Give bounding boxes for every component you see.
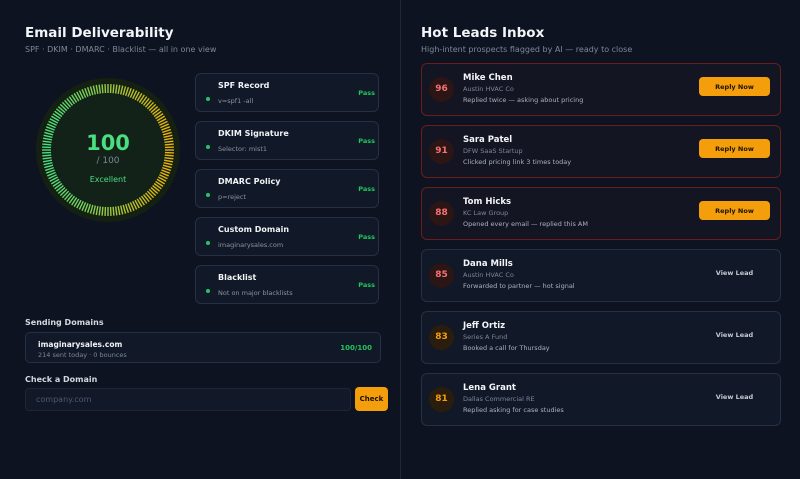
domain-name: imaginarysales.com xyxy=(38,340,123,349)
check-title: DKIM Signature xyxy=(218,129,289,138)
lead-company: Austin HVAC Co xyxy=(463,85,514,93)
lead-company: DFW SaaS Startup xyxy=(463,147,523,155)
check-detail: Selector: mist1 xyxy=(218,145,268,153)
lead-card[interactable]: 96 Mike Chen Austin HVAC Co Replied twic… xyxy=(421,63,781,116)
check-card-dkim: DKIM Signature Selector: mist1 Pass xyxy=(195,121,379,160)
gauge-max: / 100 xyxy=(96,156,120,166)
reply-now-button[interactable]: Reply Now xyxy=(699,139,770,158)
view-lead-button[interactable]: View Lead xyxy=(699,325,770,344)
lead-score-badge: 81 xyxy=(429,387,454,412)
lead-note: Clicked pricing link 3 times today xyxy=(463,158,572,166)
check-title: Blacklist xyxy=(218,273,257,282)
lead-note: Booked a call for Thursday xyxy=(463,344,550,352)
reply-now-button[interactable]: Reply Now xyxy=(699,201,770,220)
lead-note: Forwarded to partner — hot signal xyxy=(463,282,575,290)
lead-company: Dallas Commercial RE xyxy=(463,395,535,403)
sending-domain-card[interactable]: imaginarysales.com 214 sent today · 0 bo… xyxy=(25,332,381,363)
check-title: SPF Record xyxy=(218,81,270,90)
check-card-dmarc: DMARC Policy p=reject Pass xyxy=(195,169,379,208)
gauge-status: Excellent xyxy=(89,175,127,184)
check-status: Pass xyxy=(358,89,375,97)
domain-score: 100/100 xyxy=(340,344,372,352)
lead-company: KC Law Group xyxy=(463,209,509,217)
lead-note: Replied asking for case studies xyxy=(463,406,564,414)
reply-now-button[interactable]: Reply Now xyxy=(699,77,770,96)
inbox-subtitle: High-intent prospects flagged by AI — re… xyxy=(421,45,633,54)
check-detail: imaginarysales.com xyxy=(218,241,284,249)
lead-card[interactable]: 91 Sara Patel DFW SaaS Startup Clicked p… xyxy=(421,125,781,178)
check-card-spf: SPF Record v=spf1 -all Pass xyxy=(195,73,379,112)
view-lead-button[interactable]: View Lead xyxy=(699,387,770,406)
deliverability-subtitle: SPF · DKIM · DMARC · Blacklist — all in … xyxy=(25,45,217,54)
check-card-blacklist: Blacklist Not on major blacklists Pass xyxy=(195,265,379,304)
check-card-custom-domain: Custom Domain imaginarysales.com Pass xyxy=(195,217,379,256)
lead-note: Replied twice — asking about pricing xyxy=(463,96,584,104)
lead-card[interactable]: 81 Lena Grant Dallas Commercial RE Repli… xyxy=(421,373,781,426)
check-status: Pass xyxy=(358,233,375,241)
check-domain-label: Check a Domain xyxy=(25,375,98,384)
status-dot-icon xyxy=(206,241,210,245)
lead-name: Lena Grant xyxy=(463,383,516,393)
check-detail: p=reject xyxy=(218,193,247,201)
check-detail: v=spf1 -all xyxy=(218,97,254,105)
status-dot-icon xyxy=(206,145,210,149)
lead-score-badge: 91 xyxy=(429,139,454,164)
check-detail: Not on major blacklists xyxy=(218,289,293,297)
lead-list: 96 Mike Chen Austin HVAC Co Replied twic… xyxy=(421,63,781,435)
lead-name: Jeff Ortiz xyxy=(463,321,506,331)
lead-name: Tom Hicks xyxy=(463,197,512,207)
lead-card[interactable]: 83 Jeff Ortiz Series A Fund Booked a cal… xyxy=(421,311,781,364)
lead-score-badge: 88 xyxy=(429,201,454,226)
lead-company: Series A Fund xyxy=(463,333,508,341)
lead-score-badge: 96 xyxy=(429,77,454,102)
lead-company: Austin HVAC Co xyxy=(463,271,514,279)
lead-card[interactable]: 85 Dana Mills Austin HVAC Co Forwarded t… xyxy=(421,249,781,302)
deliverability-title: Email Deliverability xyxy=(25,25,174,41)
lead-score-badge: 85 xyxy=(429,263,454,288)
check-button[interactable]: Check xyxy=(355,387,388,411)
sending-domains-label: Sending Domains xyxy=(25,318,104,327)
lead-note: Opened every email — replied this AM xyxy=(463,220,588,228)
check-list: SPF Record v=spf1 -all Pass DKIM Signatu… xyxy=(195,73,379,313)
domain-stats: 214 sent today · 0 bounces xyxy=(38,351,127,359)
lead-name: Mike Chen xyxy=(463,73,513,83)
check-status: Pass xyxy=(358,185,375,193)
gauge-score: 100 xyxy=(86,131,130,155)
lead-name: Sara Patel xyxy=(463,135,513,145)
status-dot-icon xyxy=(206,97,210,101)
inbox-title: Hot Leads Inbox xyxy=(421,25,545,41)
check-title: DMARC Policy xyxy=(218,177,281,186)
check-status: Pass xyxy=(358,281,375,289)
check-status: Pass xyxy=(358,137,375,145)
lead-name: Dana Mills xyxy=(463,259,513,269)
lead-score-badge: 83 xyxy=(429,325,454,350)
lead-card[interactable]: 88 Tom Hicks KC Law Group Opened every e… xyxy=(421,187,781,240)
domain-input[interactable] xyxy=(25,388,351,411)
view-lead-button[interactable]: View Lead xyxy=(699,263,770,282)
status-dot-icon xyxy=(206,193,210,197)
check-title: Custom Domain xyxy=(218,225,290,234)
status-dot-icon xyxy=(206,289,210,293)
deliverability-gauge: 100 / 100 Excellent xyxy=(34,76,182,224)
